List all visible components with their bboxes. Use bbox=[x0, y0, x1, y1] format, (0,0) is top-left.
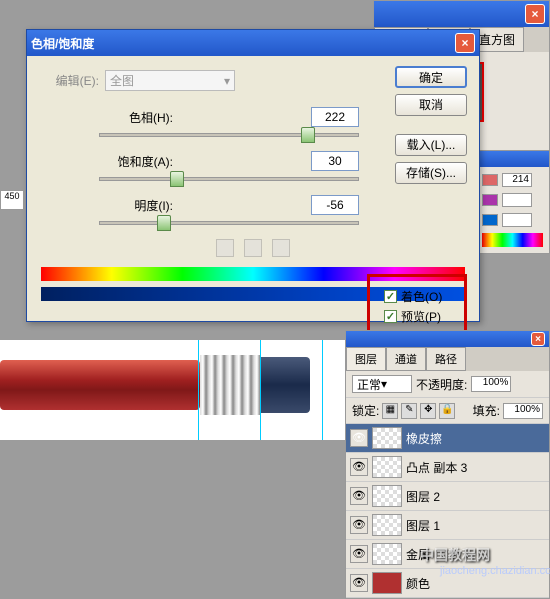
layer-thumb[interactable] bbox=[372, 485, 402, 507]
r-value[interactable]: 214 bbox=[502, 173, 532, 187]
lock-all-icon[interactable]: 🔒 bbox=[439, 403, 455, 419]
nav-close-icon[interactable]: × bbox=[525, 4, 545, 24]
load-button[interactable]: 载入(L)... bbox=[395, 134, 467, 156]
eyedropper-icon[interactable] bbox=[216, 239, 234, 257]
visibility-icon[interactable]: 👁 bbox=[350, 516, 368, 534]
b-value[interactable] bbox=[502, 213, 532, 227]
nav-titlebar: × bbox=[374, 1, 549, 27]
hue-input[interactable]: 222 bbox=[311, 107, 359, 127]
colorize-label: 着色(O) bbox=[401, 288, 442, 305]
layer-item[interactable]: 👁 橡皮擦 bbox=[346, 424, 549, 453]
sat-label: 饱和度(A): bbox=[99, 153, 181, 170]
light-label: 明度(I): bbox=[99, 197, 181, 214]
fill-label: 填充: bbox=[473, 402, 500, 419]
swatch-g[interactable] bbox=[482, 194, 498, 206]
layer-thumb[interactable] bbox=[372, 456, 402, 478]
guide-line[interactable] bbox=[198, 340, 199, 440]
visibility-icon[interactable]: 👁 bbox=[350, 458, 368, 476]
dialog-title: 色相/饱和度 bbox=[31, 35, 94, 52]
preview-checkbox[interactable]: ✓ bbox=[384, 310, 397, 323]
light-input[interactable]: -56 bbox=[311, 195, 359, 215]
layers-titlebar: × bbox=[346, 331, 549, 347]
layer-thumb[interactable] bbox=[372, 427, 402, 449]
opacity-label: 不透明度: bbox=[416, 376, 467, 393]
layer-name: 颜色 bbox=[406, 575, 430, 592]
sat-input[interactable]: 30 bbox=[311, 151, 359, 171]
lock-transparency-icon[interactable]: ▦ bbox=[382, 403, 398, 419]
swatch-r[interactable] bbox=[482, 174, 498, 186]
lock-move-icon[interactable]: ✥ bbox=[420, 403, 436, 419]
layer-name: 凸点 副本 3 bbox=[406, 459, 467, 476]
opacity-input[interactable]: 100% bbox=[471, 376, 511, 392]
visibility-icon[interactable]: 👁 bbox=[350, 429, 368, 447]
eyedropper-add-icon[interactable] bbox=[244, 239, 262, 257]
layer-item[interactable]: 👁 金属 bbox=[346, 540, 549, 569]
ruler-mark: 450 bbox=[0, 190, 24, 210]
sat-slider[interactable] bbox=[99, 177, 359, 181]
pencil-artwork bbox=[0, 355, 310, 415]
visibility-icon[interactable]: 👁 bbox=[350, 545, 368, 563]
save-button[interactable]: 存储(S)... bbox=[395, 162, 467, 184]
tab-layers[interactable]: 图层 bbox=[346, 347, 386, 371]
eyedropper-sub-icon[interactable] bbox=[272, 239, 290, 257]
close-icon[interactable]: × bbox=[455, 33, 475, 53]
layer-name: 橡皮擦 bbox=[406, 430, 442, 447]
visibility-icon[interactable]: 👁 bbox=[350, 487, 368, 505]
layer-item[interactable]: 👁 颜色 bbox=[346, 569, 549, 598]
lock-paint-icon[interactable]: ✎ bbox=[401, 403, 417, 419]
lock-label: 锁定: bbox=[352, 402, 379, 419]
layer-item[interactable]: 👁 图层 2 bbox=[346, 482, 549, 511]
layer-thumb[interactable] bbox=[372, 572, 402, 594]
tab-paths[interactable]: 路径 bbox=[426, 347, 466, 371]
layer-thumb[interactable] bbox=[372, 514, 402, 536]
layer-name: 金属 bbox=[406, 546, 430, 563]
hue-label: 色相(H): bbox=[99, 109, 181, 126]
edit-label: 编辑(E): bbox=[41, 72, 99, 89]
fill-input[interactable]: 100% bbox=[503, 403, 543, 419]
color-panel: 214 bbox=[475, 150, 550, 254]
layer-item[interactable]: 👁 凸点 副本 3 bbox=[346, 453, 549, 482]
guide-line[interactable] bbox=[322, 340, 323, 440]
layer-name: 图层 2 bbox=[406, 488, 440, 505]
colorize-checkbox[interactable]: ✓ bbox=[384, 290, 397, 303]
ok-button[interactable]: 确定 bbox=[395, 66, 467, 88]
layer-item[interactable]: 👁 图层 1 bbox=[346, 511, 549, 540]
hue-saturation-dialog: 色相/饱和度 × 编辑(E): 全图▾ 确定 取消 载入(L)... 存储(S)… bbox=[26, 29, 480, 322]
swatch-b[interactable] bbox=[482, 214, 498, 226]
guide-line[interactable] bbox=[260, 340, 261, 440]
visibility-icon[interactable]: 👁 bbox=[350, 574, 368, 592]
layers-panel: × 图层 通道 路径 正常 ▾ 不透明度: 100% 锁定: ▦ ✎ ✥ 🔒 填… bbox=[345, 330, 550, 599]
dialog-titlebar[interactable]: 色相/饱和度 × bbox=[27, 30, 479, 56]
light-slider[interactable] bbox=[99, 221, 359, 225]
chevron-down-icon: ▾ bbox=[224, 74, 230, 88]
blend-mode-select[interactable]: 正常 ▾ bbox=[352, 375, 412, 393]
layers-close-icon[interactable]: × bbox=[531, 332, 545, 346]
color-spectrum[interactable] bbox=[482, 233, 543, 247]
hue-slider[interactable] bbox=[99, 133, 359, 137]
cancel-button[interactable]: 取消 bbox=[395, 94, 467, 116]
layer-name: 图层 1 bbox=[406, 517, 440, 534]
g-value[interactable] bbox=[502, 193, 532, 207]
preview-label: 预览(P) bbox=[401, 308, 441, 325]
edit-select[interactable]: 全图▾ bbox=[105, 70, 235, 91]
tab-channels[interactable]: 通道 bbox=[386, 347, 426, 371]
layer-thumb[interactable] bbox=[372, 543, 402, 565]
color-titlebar bbox=[476, 151, 549, 167]
